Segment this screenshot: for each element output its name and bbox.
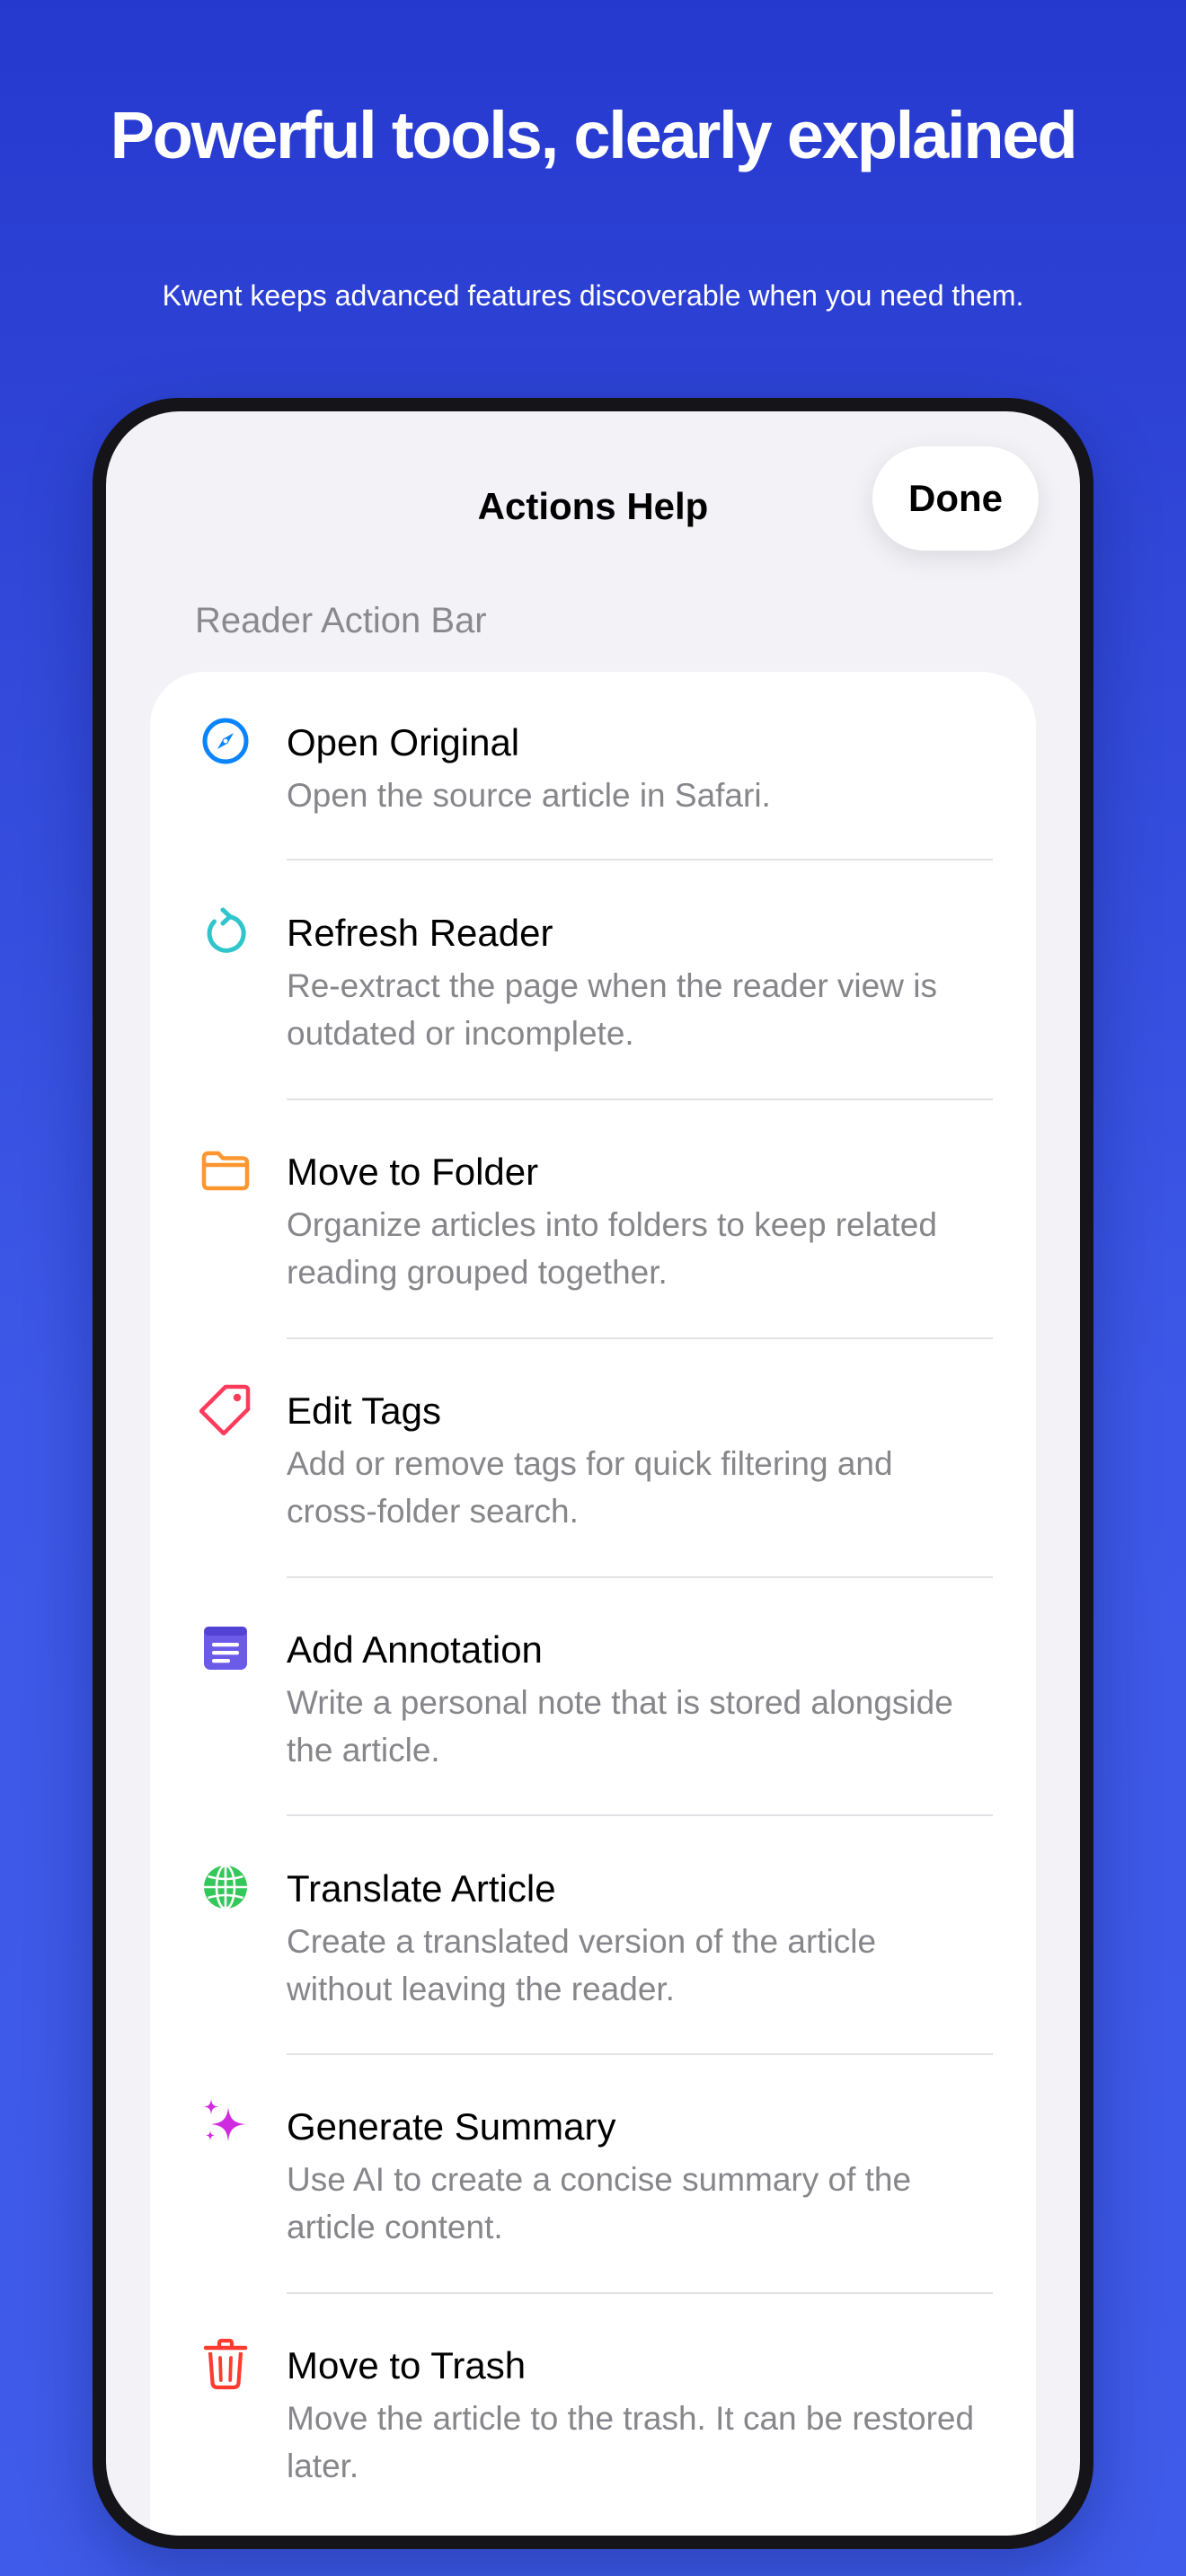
folder-icon (199, 1144, 252, 1196)
row-divider (287, 1337, 993, 1339)
action-title: Move to Folder (287, 1151, 539, 1193)
action-title: Add Annotation (287, 1628, 543, 1671)
note-icon (199, 1622, 252, 1674)
sparkles-icon (199, 2096, 252, 2148)
action-description: Move the article to the trash. It can be… (287, 2400, 975, 2484)
compass-icon (199, 715, 252, 767)
trash-icon (199, 2338, 252, 2390)
action-description: Add or remove tags for quick filtering a… (287, 1445, 893, 1530)
phone-frame: Actions Help Done Reader Action Bar Open… (93, 398, 1093, 2549)
row-divider (287, 1098, 993, 1100)
action-title: Translate Article (287, 1867, 556, 1910)
actions-list: Open Original Open the source article in… (150, 672, 1036, 2536)
done-button[interactable]: Done (872, 446, 1039, 551)
row-divider (287, 859, 993, 860)
row-divider (287, 1576, 993, 1578)
row-divider (287, 2053, 993, 2055)
action-title: Edit Tags (287, 1389, 441, 1432)
headline: Powerful tools, clearly explained (110, 98, 1078, 172)
action-description: Organize articles into folders to keep r… (287, 1206, 937, 1291)
section-header: Reader Action Bar (195, 601, 487, 640)
action-description: Open the source article in Safari. (287, 777, 771, 814)
action-title: Move to Trash (287, 2344, 527, 2386)
phone-screen: Actions Help Done Reader Action Bar Open… (106, 411, 1080, 2536)
row-divider (287, 2292, 993, 2294)
action-description: Create a translated version of the artic… (287, 1923, 877, 2007)
action-title: Refresh Reader (287, 912, 553, 954)
action-title: Open Original (287, 721, 520, 763)
tag-icon (199, 1383, 252, 1435)
subheadline: Kwent keeps advanced features discoverab… (162, 279, 1024, 312)
action-description: Re-extract the page when the reader view… (287, 967, 937, 1052)
refresh-icon (199, 905, 252, 957)
row-divider (287, 1814, 993, 1816)
action-description: Write a personal note that is stored alo… (287, 1684, 953, 1769)
globe-icon (199, 1861, 252, 1913)
action-title: Generate Summary (287, 2105, 616, 2148)
action-description: Use AI to create a concise summary of th… (287, 2161, 912, 2245)
